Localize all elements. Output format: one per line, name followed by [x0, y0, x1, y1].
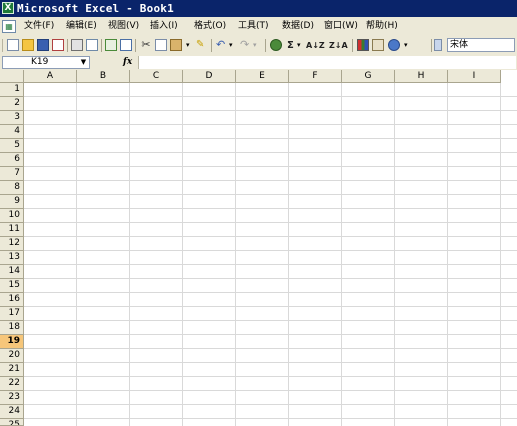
sort-ascending-icon[interactable]: A↓Z — [306, 36, 325, 55]
menu-bar: ▦ 文件(F) 编辑(E) 视图(V) 插入(I) 格式(O) 工具(T) 数据… — [0, 17, 517, 37]
column-header-g[interactable]: G — [342, 70, 395, 83]
column-header-a[interactable]: A — [24, 70, 77, 83]
row-header[interactable]: 8 — [0, 181, 24, 195]
row-header[interactable]: 18 — [0, 321, 24, 335]
help-icon[interactable] — [388, 39, 400, 51]
row-header[interactable]: 24 — [0, 405, 24, 419]
column-header-e[interactable]: E — [236, 70, 289, 83]
insert-function-icon[interactable]: fx — [123, 56, 132, 69]
sheet-grid: A B C D E F G H I 1 2 3 4 5 6 7 8 9 10 1… — [0, 70, 517, 426]
chart-wizard-icon[interactable] — [357, 39, 369, 51]
print-icon[interactable] — [71, 39, 83, 51]
new-document-icon[interactable] — [7, 39, 19, 51]
window-title: Microsoft Excel - Book1 — [17, 2, 174, 15]
menu-data[interactable]: 数据(D) — [280, 17, 316, 36]
column-header-h[interactable]: H — [395, 70, 448, 83]
document-icon[interactable]: ▦ — [2, 20, 16, 33]
row-header[interactable]: 16 — [0, 293, 24, 307]
row-header[interactable]: 4 — [0, 125, 24, 139]
formula-bar: K19 ▼ fx — [0, 55, 517, 71]
toolbar-separator — [265, 39, 266, 52]
standard-toolbar: ✂ ▾ ✎ ↶ ▾ ↷ ▾ Σ ▾ A↓Z Z↓A ▾ — [0, 36, 517, 56]
chevron-down-icon[interactable]: ▾ — [186, 39, 194, 51]
row-header[interactable]: 2 — [0, 97, 24, 111]
row-header[interactable]: 3 — [0, 111, 24, 125]
toolbar-separator — [431, 39, 432, 52]
menu-format[interactable]: 格式(O) — [192, 17, 228, 36]
column-header-f[interactable]: F — [289, 70, 342, 83]
row-header[interactable]: 7 — [0, 167, 24, 181]
chevron-down-icon[interactable]: ▾ — [297, 39, 305, 51]
cell-area[interactable] — [24, 83, 517, 426]
font-name-select[interactable]: 宋体 — [447, 38, 515, 52]
chevron-down-icon[interactable]: ▾ — [404, 39, 412, 51]
research-icon[interactable] — [120, 39, 132, 51]
column-header-c[interactable]: C — [130, 70, 183, 83]
hyperlink-icon[interactable] — [270, 39, 282, 51]
sort-descending-icon[interactable]: Z↓A — [329, 36, 348, 55]
row-header[interactable]: 6 — [0, 153, 24, 167]
title-bar: X Microsoft Excel - Book1 — [0, 0, 517, 17]
menu-insert[interactable]: 插入(I) — [148, 17, 180, 36]
toolbar-separator — [101, 39, 102, 52]
row-header[interactable]: 11 — [0, 223, 24, 237]
row-header[interactable]: 10 — [0, 209, 24, 223]
format-painter-icon[interactable]: ✎ — [196, 39, 208, 51]
toolbar-grip[interactable] — [2, 39, 3, 52]
row-header[interactable]: 22 — [0, 377, 24, 391]
permission-icon[interactable] — [52, 39, 64, 51]
chevron-down-icon[interactable]: ▾ — [253, 39, 261, 51]
copy-icon[interactable] — [155, 39, 167, 51]
row-header[interactable]: 1 — [0, 83, 24, 97]
column-header-i[interactable]: I — [448, 70, 501, 83]
menu-edit[interactable]: 编辑(E) — [64, 17, 99, 36]
row-header[interactable]: 15 — [0, 279, 24, 293]
drawing-icon[interactable] — [372, 39, 384, 51]
toolbar-options-icon[interactable] — [434, 39, 442, 51]
menu-help[interactable]: 帮助(H) — [364, 17, 400, 36]
excel-icon[interactable]: X — [2, 2, 14, 14]
name-box[interactable]: K19 — [2, 56, 90, 69]
row-header[interactable]: 25 — [0, 419, 24, 426]
toolbar-separator — [352, 39, 353, 52]
save-icon[interactable] — [37, 39, 49, 51]
row-header[interactable]: 5 — [0, 139, 24, 153]
column-header-d[interactable]: D — [183, 70, 236, 83]
spelling-icon[interactable] — [105, 39, 117, 51]
row-header[interactable]: 12 — [0, 237, 24, 251]
toolbar-separator — [67, 39, 68, 52]
formula-input[interactable] — [138, 56, 516, 69]
cut-icon[interactable]: ✂ — [140, 39, 152, 51]
select-all-corner[interactable] — [0, 70, 24, 83]
toolbar-separator — [211, 39, 212, 52]
column-header-b[interactable]: B — [77, 70, 130, 83]
row-header[interactable]: 23 — [0, 391, 24, 405]
row-header[interactable]: 14 — [0, 265, 24, 279]
toolbar-separator — [135, 39, 136, 52]
row-header-active[interactable]: 19 — [0, 335, 24, 349]
print-preview-icon[interactable] — [86, 39, 98, 51]
menu-file[interactable]: 文件(F) — [22, 17, 56, 36]
menu-tools[interactable]: 工具(T) — [236, 17, 271, 36]
menu-window[interactable]: 窗口(W) — [322, 17, 360, 36]
autosum-icon[interactable]: Σ — [287, 36, 294, 55]
paste-icon[interactable] — [170, 39, 182, 51]
chevron-down-icon[interactable]: ▾ — [229, 39, 237, 51]
redo-icon[interactable]: ↷ — [240, 39, 252, 51]
undo-icon[interactable]: ↶ — [216, 39, 228, 51]
row-header[interactable]: 9 — [0, 195, 24, 209]
menu-view[interactable]: 视图(V) — [106, 17, 141, 36]
row-header[interactable]: 13 — [0, 251, 24, 265]
row-header[interactable]: 20 — [0, 349, 24, 363]
row-header[interactable]: 21 — [0, 363, 24, 377]
row-header[interactable]: 17 — [0, 307, 24, 321]
chevron-down-icon[interactable]: ▼ — [78, 56, 89, 69]
open-folder-icon[interactable] — [22, 39, 34, 51]
